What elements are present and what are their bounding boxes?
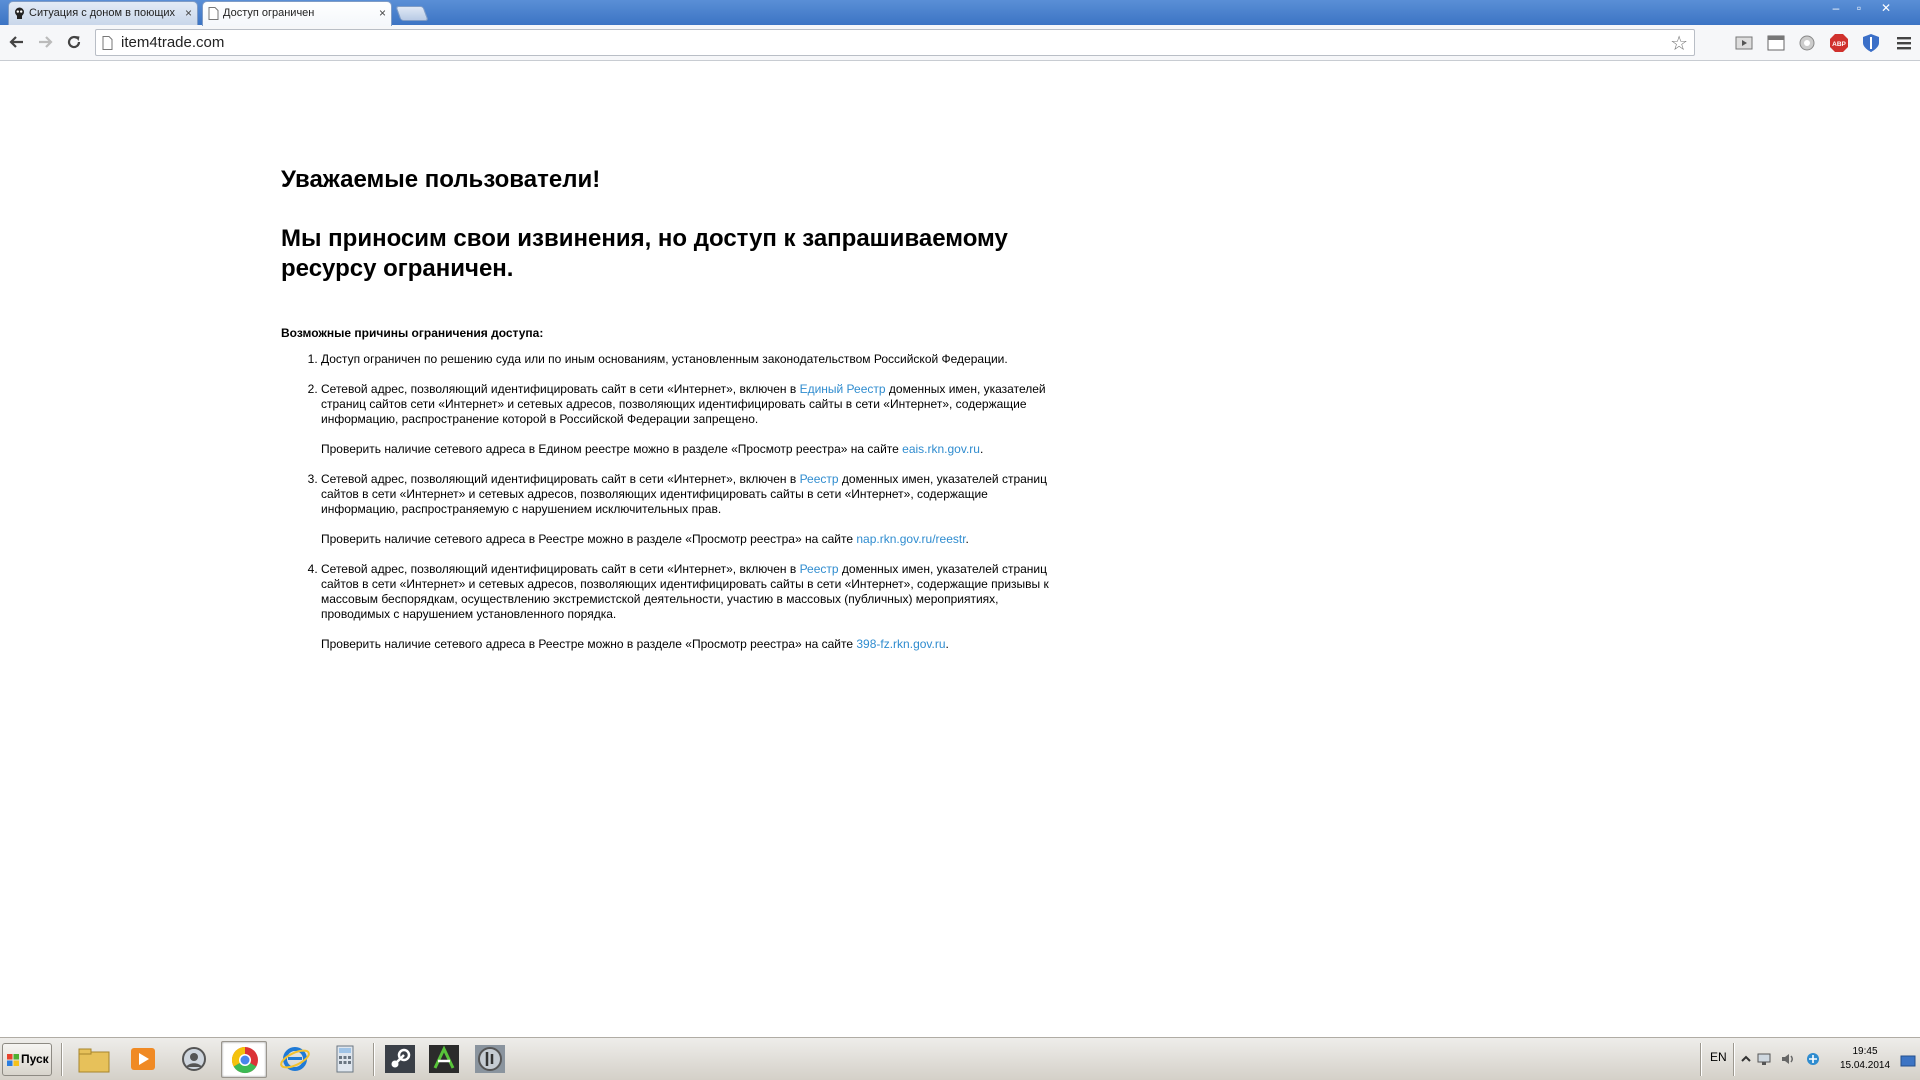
taskbar-divider xyxy=(1700,1043,1702,1076)
skull-icon xyxy=(15,7,24,19)
volume-icon[interactable] xyxy=(1780,1051,1796,1067)
tab-title: Доступ ограничен xyxy=(223,7,315,19)
steam-icon xyxy=(385,1045,415,1073)
nap-reestr-link[interactable]: nap.rkn.gov.ru/reestr xyxy=(856,532,965,546)
new-tab-button[interactable] xyxy=(395,6,429,21)
arrow-right-icon xyxy=(39,36,53,48)
shield-icon[interactable] xyxy=(1861,33,1881,53)
cause-item: Сетевой адрес, позволяющий идентифициров… xyxy=(321,472,1061,547)
check-text: . xyxy=(979,442,984,456)
registry-link[interactable]: Реестр xyxy=(800,562,839,576)
page-content: Уважаемые пользователи! Мы приносим свои… xyxy=(281,165,1061,667)
apology-heading: Мы приносим свои извинения, но доступ к … xyxy=(281,225,1008,282)
tab-close-icon[interactable]: × xyxy=(185,2,192,24)
clock[interactable]: 19:45 15.04.2014 xyxy=(1830,1045,1900,1073)
check-text: . xyxy=(945,637,949,651)
adblock-plus-icon[interactable]: ABP xyxy=(1829,33,1849,53)
internet-explorer-icon xyxy=(280,1047,310,1071)
taskbar-divider xyxy=(1733,1043,1735,1076)
cause-item: Сетевой адрес, позволяющий идентифициров… xyxy=(321,562,1061,652)
forward-button[interactable] xyxy=(35,33,55,53)
registry-link[interactable]: Реестр xyxy=(800,472,839,486)
chat-client-icon xyxy=(182,1047,206,1071)
menu-icon[interactable] xyxy=(1894,33,1914,53)
eais-link[interactable]: eais.rkn.gov.ru xyxy=(902,442,980,456)
taskbar: Пуск EN 19:45 15.04.2014 xyxy=(0,1037,1920,1080)
taskbar-media-player[interactable] xyxy=(120,1041,166,1078)
reload-icon xyxy=(67,35,81,49)
start-label: Пуск xyxy=(21,1052,49,1066)
restore-button[interactable]: ▫ xyxy=(1849,2,1869,16)
taskbar-divider xyxy=(373,1043,375,1076)
cause-item: Доступ ограничен по решению суда или по … xyxy=(321,352,1061,367)
keyboard-language[interactable]: EN xyxy=(1710,1050,1727,1064)
audio-app-icon xyxy=(475,1045,505,1073)
tab-close-icon[interactable]: × xyxy=(379,2,386,24)
taskbar-steam[interactable] xyxy=(377,1041,423,1078)
show-desktop-icon[interactable] xyxy=(1900,1053,1916,1069)
start-button[interactable]: Пуск xyxy=(2,1043,52,1076)
terminal-app-icon xyxy=(429,1045,459,1073)
greeting-heading: Уважаемые пользователи! xyxy=(281,166,601,193)
chrome-icon xyxy=(231,1046,258,1074)
taskbar-chrome[interactable] xyxy=(221,1041,267,1078)
arrow-left-icon xyxy=(9,36,23,48)
tab-access-restricted[interactable]: Доступ ограничен × xyxy=(202,1,392,26)
network-icon[interactable] xyxy=(1756,1051,1772,1067)
windows-logo-icon xyxy=(7,1054,19,1066)
ghostery-icon[interactable] xyxy=(1797,33,1817,53)
update-icon[interactable] xyxy=(1805,1051,1821,1067)
media-player-icon xyxy=(131,1048,155,1070)
browser-title-bar: Ситуация с доном в поющих × Доступ огран… xyxy=(0,0,1920,26)
causes-list: Доступ ограничен по решению суда или по … xyxy=(281,352,1061,652)
url-text: item4trade.com xyxy=(121,34,225,51)
check-text: Проверить наличие сетевого адреса в Реес… xyxy=(321,532,857,546)
tab-situation[interactable]: Ситуация с доном в поющих × xyxy=(8,1,198,25)
tab-title: Ситуация с доном в поющих xyxy=(29,7,176,19)
minimize-button[interactable]: – xyxy=(1826,2,1846,16)
check-text: Проверить наличие сетевого адреса в Един… xyxy=(321,442,903,456)
address-bar[interactable]: item4trade.com ☆ xyxy=(95,29,1695,56)
check-text: . xyxy=(965,532,969,546)
taskbar-terminal-app[interactable] xyxy=(421,1041,467,1078)
check-text: Проверить наличие сетевого адреса в Реес… xyxy=(321,637,857,651)
browser-toolbar: item4trade.com ☆ ABP xyxy=(0,25,1920,61)
cause-text: Сетевой адрес, позволяющий идентифициров… xyxy=(321,472,800,486)
window-icon[interactable] xyxy=(1766,33,1786,53)
taskbar-divider xyxy=(61,1043,63,1076)
causes-title: Возможные причины ограничения доступа: xyxy=(281,326,544,340)
taskbar-audio-app[interactable] xyxy=(467,1041,513,1078)
file-manager-icon xyxy=(78,1048,110,1073)
page-icon xyxy=(208,7,219,20)
cause-text: Сетевой адрес, позволяющий идентифициров… xyxy=(321,382,800,396)
taskbar-internet-explorer[interactable] xyxy=(272,1041,318,1078)
cause-text: Сетевой адрес, позволяющий идентифициров… xyxy=(321,562,800,576)
show-hidden-icons-icon[interactable] xyxy=(1738,1051,1754,1067)
video-icon[interactable] xyxy=(1734,33,1754,53)
taskbar-calculator[interactable] xyxy=(322,1041,368,1078)
unified-registry-link[interactable]: Единый Реестр xyxy=(800,382,886,396)
page-icon xyxy=(102,36,113,50)
reload-button[interactable] xyxy=(64,33,84,53)
adblock-label: ABP xyxy=(1832,41,1846,48)
cause-text: Доступ ограничен по решению суда или по … xyxy=(321,352,1008,366)
close-window-button[interactable]: ✕ xyxy=(1876,2,1896,16)
clock-date: 15.04.2014 xyxy=(1839,1060,1891,1071)
calculator-icon xyxy=(336,1045,354,1073)
taskbar-chat-client[interactable] xyxy=(171,1041,217,1078)
back-button[interactable] xyxy=(7,33,27,53)
taskbar-file-manager[interactable] xyxy=(71,1041,117,1078)
cause-item: Сетевой адрес, позволяющий идентифициров… xyxy=(321,382,1061,457)
398fz-link[interactable]: 398-fz.rkn.gov.ru xyxy=(856,637,945,651)
clock-time: 19:45 xyxy=(1852,1046,1878,1057)
bookmark-star-icon[interactable]: ☆ xyxy=(1670,31,1688,56)
